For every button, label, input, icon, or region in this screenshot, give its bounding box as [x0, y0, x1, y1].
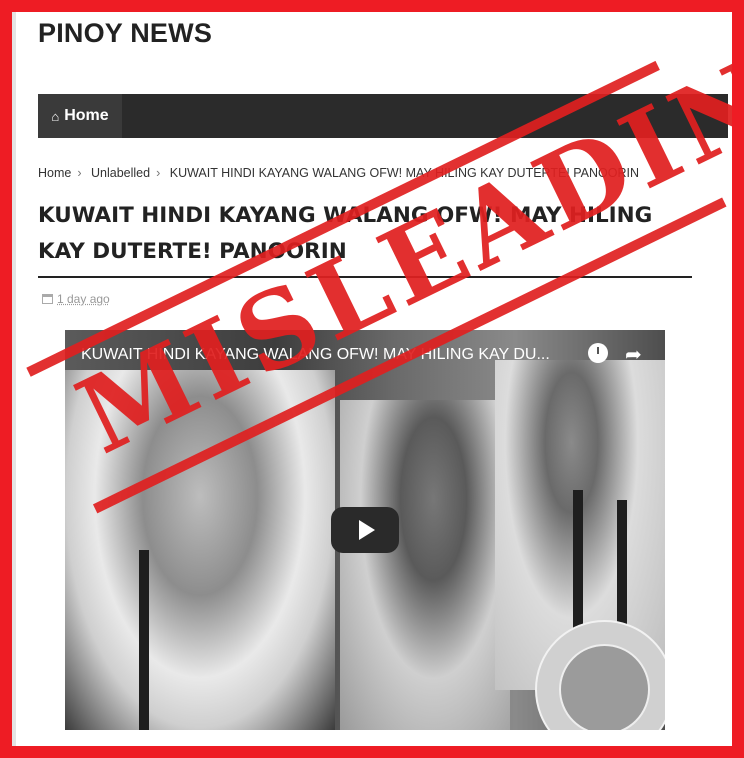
- play-icon: [359, 520, 375, 540]
- breadcrumb-category[interactable]: Unlabelled: [91, 166, 150, 180]
- breadcrumb-home[interactable]: Home: [38, 166, 71, 180]
- page-edge-strip: [12, 12, 16, 746]
- microphone: [573, 490, 583, 630]
- seal-emblem: [559, 644, 650, 730]
- site-title[interactable]: PINOY NEWS: [38, 18, 212, 49]
- chevron-right-icon: ›: [156, 166, 161, 180]
- home-icon: ⌂: [51, 108, 60, 124]
- microphone: [617, 500, 627, 630]
- nav-home-link[interactable]: ⌂ Home: [38, 94, 122, 138]
- nav-home-label: Home: [64, 107, 109, 124]
- chevron-right-icon: ›: [77, 166, 82, 180]
